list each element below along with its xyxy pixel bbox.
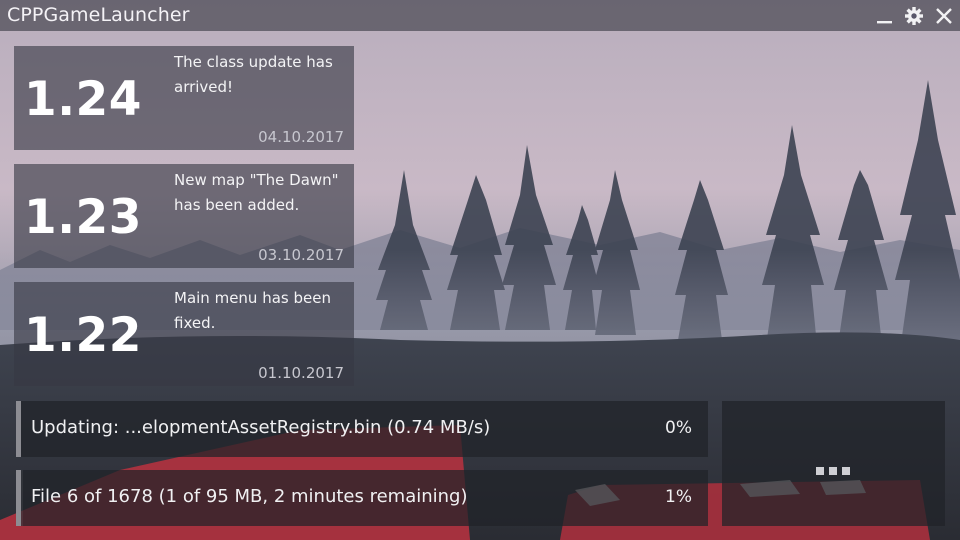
news-text: New map "The Dawn" has been added.: [174, 171, 339, 214]
news-version: 1.24: [24, 72, 142, 127]
news-date: 04.10.2017: [258, 128, 344, 146]
minimize-icon[interactable]: [874, 6, 894, 26]
news-version: 1.23: [24, 190, 142, 245]
gear-icon[interactable]: [904, 6, 924, 26]
news-text: Main menu has been fixed.: [174, 289, 331, 332]
news-card[interactable]: 1.23 New map "The Dawn" has been added. …: [14, 164, 354, 268]
title-bar[interactable]: CPPGameLauncher: [0, 0, 960, 31]
file-progress-percent: 0%: [665, 418, 692, 438]
news-version: 1.22: [24, 308, 142, 363]
news-text: The class update has arrived!: [174, 53, 333, 96]
news-card[interactable]: 1.24 The class update has arrived! 04.10…: [14, 46, 354, 150]
overall-progress-label: File 6 of 1678 (1 of 95 MB, 2 minutes re…: [31, 486, 468, 507]
overall-progress-bar: File 6 of 1678 (1 of 95 MB, 2 minutes re…: [16, 470, 708, 526]
file-progress-bar: Updating: ...elopmentAssetRegistry.bin (…: [16, 401, 708, 457]
news-date: 01.10.2017: [258, 364, 344, 382]
launch-action-button[interactable]: [722, 401, 945, 526]
more-dots-icon: [816, 460, 856, 475]
overall-progress-percent: 1%: [665, 487, 692, 507]
progress-accent: [16, 470, 21, 526]
file-progress-label: Updating: ...elopmentAssetRegistry.bin (…: [31, 417, 491, 438]
news-card[interactable]: 1.22 Main menu has been fixed. 01.10.201…: [14, 282, 354, 386]
progress-accent: [16, 401, 21, 457]
news-date: 03.10.2017: [258, 246, 344, 264]
close-icon[interactable]: [934, 6, 954, 26]
app-title: CPPGameLauncher: [7, 4, 190, 26]
